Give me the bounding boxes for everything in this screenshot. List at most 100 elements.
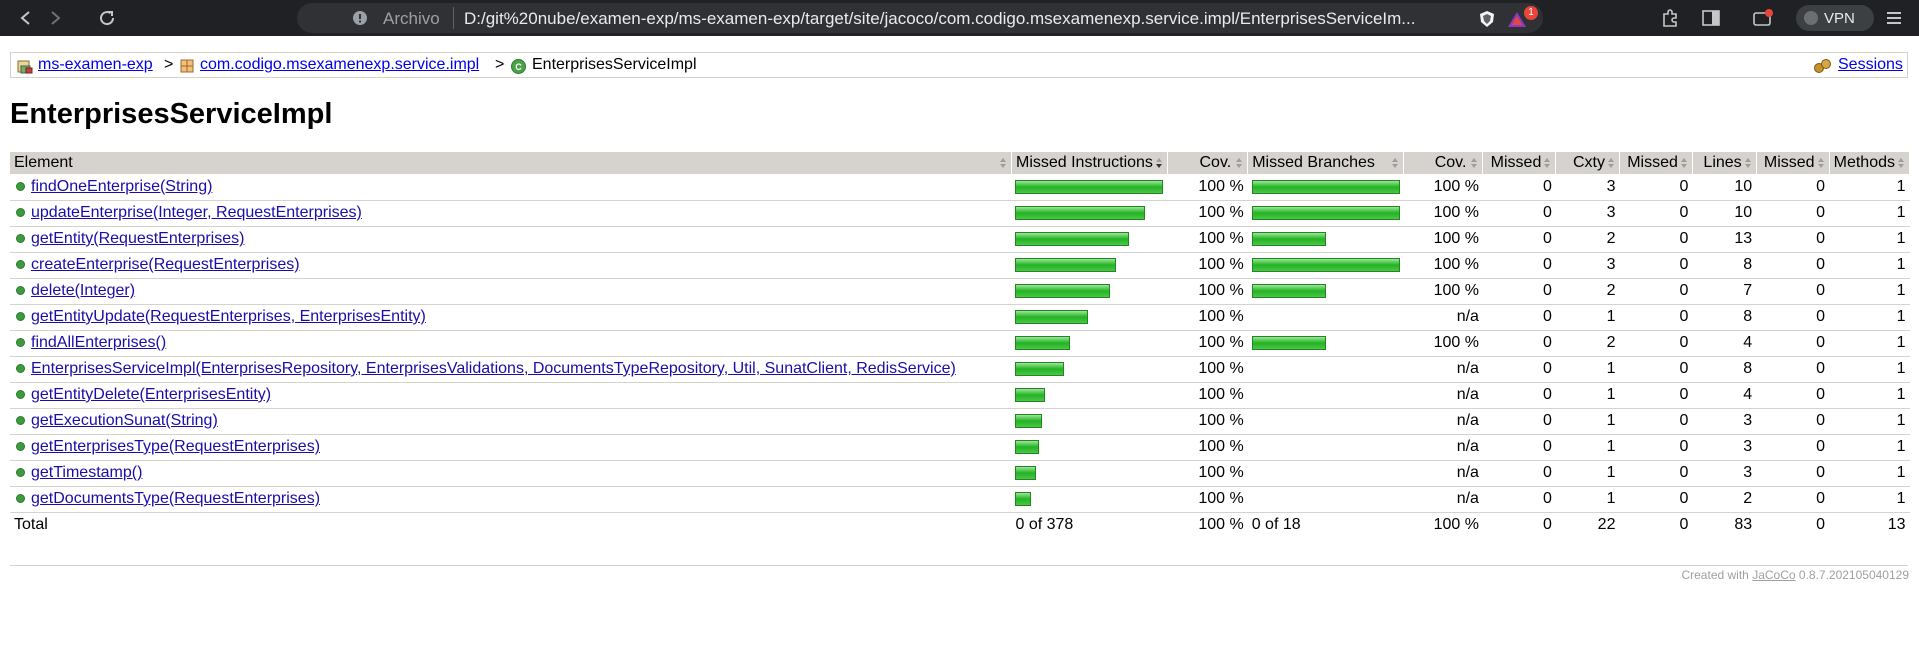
method-icon	[16, 338, 25, 348]
url-text[interactable]: D:/git%20nube/examen-exp/ms-examen-exp/t…	[464, 9, 1415, 29]
col-cxty-header[interactable]: Cxty	[1555, 152, 1620, 174]
sort-icon	[1680, 158, 1687, 168]
missed-lines-cell: 0	[1619, 278, 1693, 305]
breadcrumb-project-link[interactable]: ms-examen-exp	[38, 56, 153, 74]
extensions-icon[interactable]	[1660, 8, 1680, 28]
address-bar[interactable]: Archivo D:/git%20nube/examen-exp/ms-exam…	[297, 3, 1543, 33]
method-link[interactable]: createEnterprise(RequestEnterprises)	[31, 256, 300, 273]
branch-cov-cell: 100 %	[1403, 200, 1483, 227]
jacoco-link[interactable]: JaCoCo	[1752, 568, 1795, 582]
col-missed-instructions-header[interactable]: Missed Instructions	[1011, 152, 1168, 174]
col-instr-cov-header[interactable]: Cov.	[1167, 152, 1249, 174]
missed-instructions-cell	[1011, 200, 1168, 227]
table-row: getEnterprisesType(RequestEnterprises) 10…	[10, 434, 1910, 461]
sidebar-icon[interactable]	[1702, 9, 1720, 27]
missed-instructions-cell	[1011, 330, 1168, 357]
forward-icon	[51, 11, 61, 25]
missed-branches-cell	[1247, 278, 1404, 305]
branches-coverage-bar	[1251, 335, 1326, 350]
element-cell: findOneEnterprise(String)	[10, 174, 1012, 201]
breadcrumb-separator: >	[164, 56, 174, 73]
col-element-header[interactable]: Element	[10, 152, 1012, 174]
table-row: findOneEnterprise(String) 100 % 100 % 0 3 0 10…	[10, 174, 1910, 201]
forward-button[interactable]	[41, 4, 69, 32]
method-icon	[16, 390, 25, 400]
methods-cell: 1	[1829, 356, 1910, 383]
branches-coverage-bar	[1251, 257, 1400, 272]
col-missed-branches-header[interactable]: Missed Branches	[1247, 152, 1405, 174]
back-button[interactable]	[12, 4, 40, 32]
element-cell: getDocumentsType(RequestEnterprises)	[10, 486, 1012, 513]
col-missed-lines-header[interactable]: Missed	[1619, 152, 1693, 174]
table-row: EnterprisesServiceImpl(EnterprisesReposi…	[10, 356, 1910, 383]
reload-button[interactable]	[93, 4, 121, 32]
col-lines-header[interactable]: Lines	[1692, 152, 1757, 174]
method-link[interactable]: getEnterprisesType(RequestEnterprises)	[31, 438, 320, 455]
method-link[interactable]: getTimestamp()	[31, 464, 142, 481]
methods-cell: 1	[1829, 226, 1910, 253]
method-link[interactable]: EnterprisesServiceImpl(EnterprisesReposi…	[31, 360, 956, 377]
breadcrumb-current: EnterprisesServiceImpl	[532, 56, 697, 73]
branch-cov-cell: n/a	[1403, 486, 1483, 513]
method-link[interactable]: delete(Integer)	[31, 282, 135, 299]
instr-cov-cell: 100 %	[1167, 200, 1248, 227]
back-icon	[20, 11, 30, 25]
cxty-cell: 2	[1555, 226, 1620, 253]
instructions-coverage-bar	[1015, 361, 1065, 376]
breadcrumb-separator: >	[495, 56, 505, 73]
missed-instructions-cell	[1011, 408, 1168, 435]
instructions-coverage-bar	[1015, 335, 1071, 350]
missed-instructions-cell	[1011, 226, 1168, 253]
col-branch-cov-header[interactable]: Cov.	[1403, 152, 1484, 174]
coverage-table: Element Missed Instructions Cov. Missed …	[10, 152, 1911, 538]
vpn-button[interactable]: VPN	[1796, 5, 1874, 31]
reload-icon	[100, 11, 115, 26]
missed-instructions-cell	[1011, 278, 1168, 305]
cxty-cell: 3	[1555, 174, 1620, 201]
breadcrumb: ms-examen-exp > com.codigo.msexamenexp.s…	[10, 52, 1908, 78]
method-link[interactable]: getEntityDelete(EnterprisesEntity)	[31, 386, 271, 403]
methods-cell: 1	[1829, 174, 1910, 201]
method-icon	[16, 208, 25, 218]
element-cell: getEntity(RequestEnterprises)	[10, 226, 1012, 253]
svg-text:C: C	[515, 62, 522, 72]
wallet-icon[interactable]	[1752, 8, 1774, 28]
table-body: findOneEnterprise(String) 100 % 100 % 0 3 0 10…	[10, 174, 1910, 513]
method-link[interactable]: getDocumentsType(RequestEnterprises)	[31, 490, 320, 507]
missed-branches-cell	[1247, 174, 1404, 201]
brave-shield-icon[interactable]	[1478, 10, 1496, 28]
lines-cell: 3	[1692, 408, 1757, 435]
total-instr-cov: 100 %	[1198, 516, 1244, 534]
cxty-cell: 1	[1555, 304, 1620, 331]
sessions-link[interactable]: Sessions	[1838, 56, 1903, 74]
method-icon	[16, 364, 25, 374]
missed-methods-cell: 0	[1756, 278, 1830, 305]
missed-branches-cell	[1247, 226, 1404, 253]
method-link[interactable]: findAllEnterprises()	[31, 334, 166, 351]
missed-methods-cell: 0	[1756, 382, 1830, 409]
method-link[interactable]: findOneEnterprise(String)	[31, 178, 212, 195]
sort-icon	[1236, 158, 1243, 168]
menu-icon[interactable]	[1885, 9, 1903, 27]
method-link[interactable]: getEntity(RequestEnterprises)	[31, 230, 244, 247]
info-icon[interactable]	[352, 10, 368, 26]
table-row: getEntity(RequestEnterprises) 100 % 100 % 0…	[10, 226, 1910, 253]
method-link[interactable]: getExecutionSunat(String)	[31, 412, 218, 429]
col-missed-cxty-header[interactable]: Missed	[1482, 152, 1557, 174]
col-missed-methods-header[interactable]: Missed	[1756, 152, 1830, 174]
instructions-coverage-bar	[1015, 491, 1032, 506]
breadcrumb-package-link[interactable]: com.codigo.msexamenexp.service.impl	[200, 56, 479, 74]
method-link[interactable]: updateEnterprise(Integer, RequestEnterpr…	[31, 204, 362, 221]
missed-cxty-cell: 0	[1482, 356, 1556, 383]
total-cxty: 22	[1597, 516, 1616, 534]
method-link[interactable]: getEntityUpdate(RequestEnterprises, Ente…	[31, 308, 426, 325]
element-cell: EnterprisesServiceImpl(EnterprisesReposi…	[10, 356, 1012, 383]
missed-cxty-cell: 0	[1482, 278, 1556, 305]
branch-cov-cell: 100 %	[1403, 174, 1483, 201]
total-missed-lines: 0	[1679, 516, 1689, 534]
branch-cov-cell: n/a	[1403, 460, 1483, 487]
methods-cell: 1	[1829, 486, 1910, 513]
col-methods-header[interactable]: Methods	[1829, 152, 1911, 174]
url-divider	[453, 7, 454, 29]
method-icon	[16, 286, 25, 296]
